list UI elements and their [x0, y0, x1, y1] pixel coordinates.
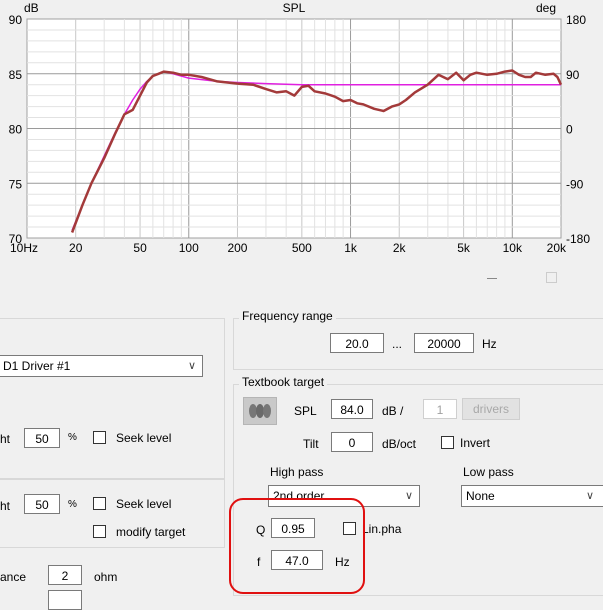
right-tick-label: 90 [566, 68, 580, 82]
chevron-down-icon: ∨ [404, 490, 413, 502]
x-tick-label: 500 [292, 241, 312, 255]
highlight-annotation [229, 498, 365, 594]
freq-low-input[interactable]: 20.0 [330, 333, 384, 353]
x-tick-label: 200 [227, 241, 247, 255]
x-tick-label: 10k [503, 241, 523, 255]
x-tick-label: 20 [69, 241, 83, 255]
speaker-glyph [249, 404, 271, 418]
left-axis-unit: dB [24, 1, 39, 15]
spl-label: SPL [294, 404, 317, 418]
right-tick-label: -180 [566, 232, 590, 246]
left-tick-label: 90 [9, 13, 23, 27]
x-tick-label: 50 [133, 241, 147, 255]
frequency-range-title: Frequency range [239, 309, 336, 323]
tilt-label: Tilt [303, 437, 319, 451]
spl-unit: dB / [382, 404, 404, 418]
spl-input[interactable]: 84.0 [331, 399, 373, 419]
row2-label: ht [0, 499, 11, 513]
row2-level-input[interactable]: 50 [24, 494, 60, 514]
maximize-icon[interactable] [546, 272, 557, 283]
row1-level-input[interactable]: 50 [24, 428, 60, 448]
right-axis-unit: deg [536, 1, 556, 15]
impedance-input[interactable]: 2 [48, 565, 82, 585]
seek-level-label-1: Seek level [116, 431, 172, 445]
x-tick-label: 2k [393, 241, 407, 255]
x-tick-label: 10Hz [10, 241, 38, 255]
freq-separator: ... [392, 337, 403, 351]
left-tick-label: 80 [9, 123, 23, 137]
lin-pha-label: Lin.pha [362, 522, 402, 536]
x-tick-label: 5k [457, 241, 471, 255]
chart-grid [27, 19, 561, 238]
x-tick-label: 20k [547, 241, 567, 255]
low-pass-label: Low pass [463, 465, 514, 479]
right-tick-label: 180 [566, 13, 586, 27]
impedance-label: ance [0, 570, 27, 584]
high-pass-label: High pass [270, 465, 324, 479]
driver-select[interactable]: D1 Driver #1 ∨ [0, 355, 203, 377]
chevron-down-icon: ∨ [585, 490, 594, 502]
speaker-icon[interactable] [243, 397, 277, 425]
row1-unit: % [68, 432, 77, 443]
modify-target-checkbox[interactable] [93, 525, 106, 538]
seek-level-label-2: Seek level [116, 497, 172, 511]
low-pass-select[interactable]: None ∨ [461, 485, 603, 507]
tilt-input[interactable]: 0 [331, 432, 373, 452]
x-tick-label: 100 [179, 241, 199, 255]
left-tick-label: 85 [9, 68, 23, 82]
seek-level-checkbox-2[interactable] [93, 497, 106, 510]
modify-target-label: modify target [116, 525, 186, 539]
x-tick-label: 1k [344, 241, 358, 255]
seek-level-checkbox-1[interactable] [93, 431, 106, 444]
left-tick-label: 75 [9, 177, 23, 191]
spl-chart: SPL dB deg 90 85 80 75 70 180 90 0 -90 -180 10Hz 20 50 1… [0, 0, 603, 262]
tilt-unit: dB/oct [382, 437, 417, 451]
textbook-target-title: Textbook target [239, 375, 328, 389]
invert-label: Invert [460, 436, 491, 450]
spl-chart-svg: SPLdB deg9085807570180900-90-18010Hz 20 50 1… [9, 1, 591, 255]
chart-title: SPL [283, 1, 306, 15]
row1-label: ht [0, 432, 11, 446]
impedance-unit: ohm [94, 570, 118, 584]
freq-high-input[interactable]: 20000 [414, 333, 474, 353]
right-tick-label: 0 [566, 123, 573, 137]
chevron-down-icon: ∨ [187, 360, 196, 372]
next-field-input[interactable] [48, 590, 82, 610]
row2-unit: % [68, 499, 77, 510]
minimize-icon[interactable] [487, 278, 497, 279]
freq-unit: Hz [482, 337, 497, 351]
invert-checkbox[interactable] [441, 436, 454, 449]
drivers-count-input[interactable]: 1 [423, 399, 457, 419]
driver-select-value: D1 Driver #1 [3, 359, 71, 373]
right-tick-label: -90 [566, 177, 584, 191]
drivers-button[interactable]: drivers [462, 398, 520, 420]
low-pass-select-value: None [466, 489, 495, 503]
driver-group [0, 318, 225, 480]
